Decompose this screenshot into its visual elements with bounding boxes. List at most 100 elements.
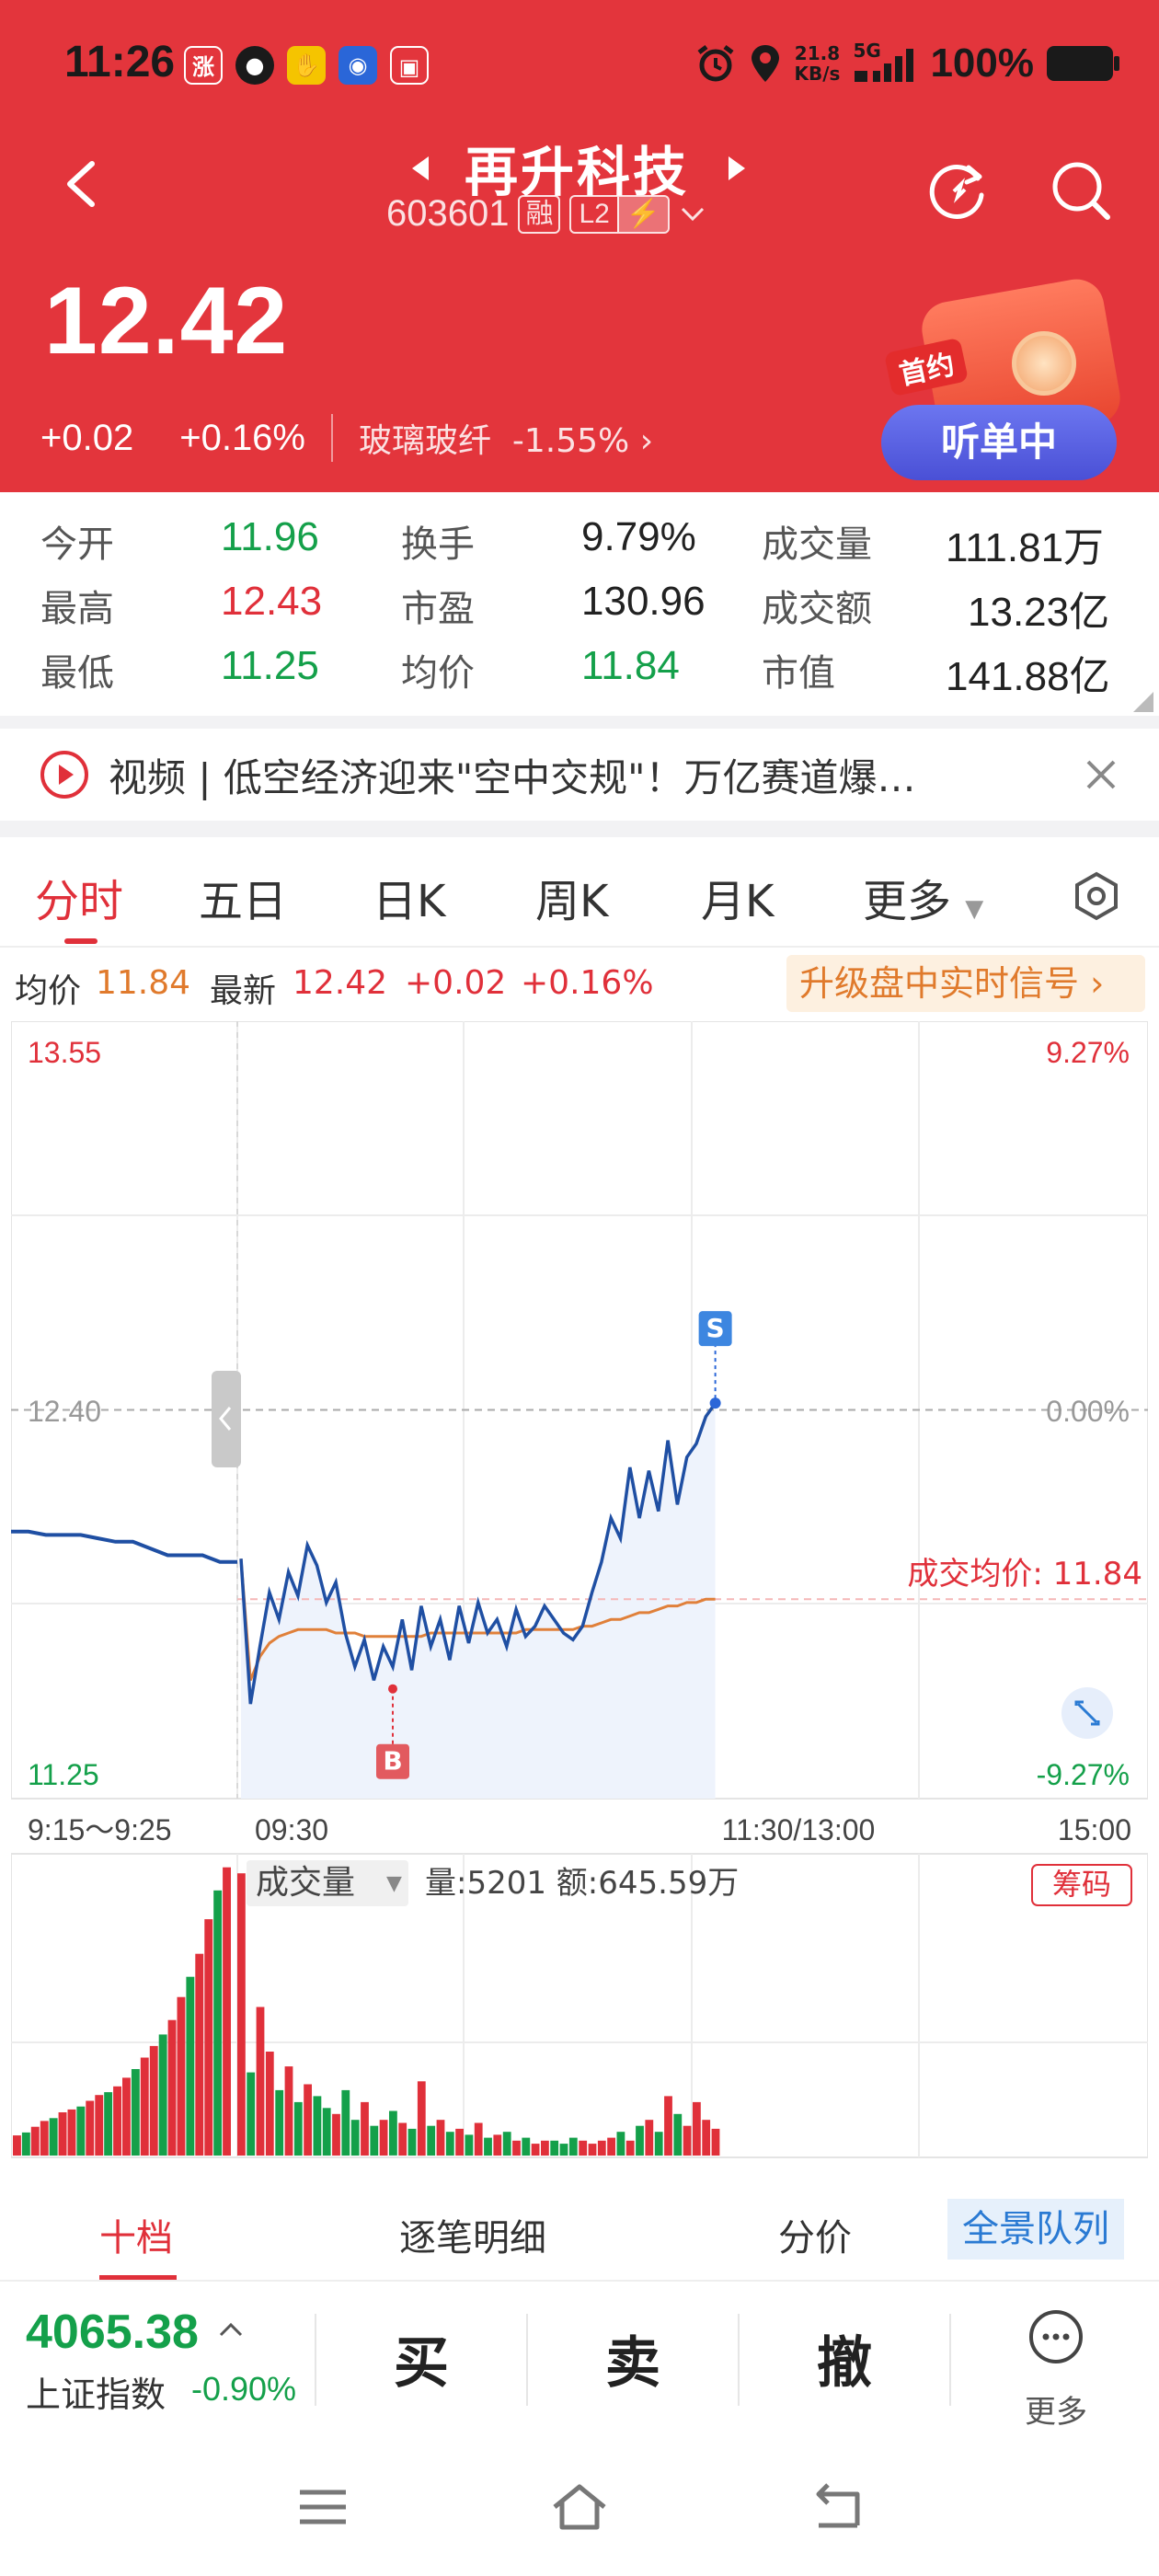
volume-bar [417, 2081, 426, 2156]
index-change: -0.90% [191, 2370, 297, 2408]
x-label-auction: 9:15～9:25 [28, 1813, 172, 1846]
volume-bar [588, 2144, 597, 2156]
tab-intraday[interactable]: 分时 [35, 865, 123, 929]
stat-value: 12.43 [221, 579, 323, 624]
back-icon[interactable] [55, 156, 110, 212]
volume-bar [293, 2101, 303, 2156]
volume-bar [341, 2089, 350, 2156]
industry-change: -1.55% [511, 422, 630, 460]
volume-title: 成交量 [256, 1864, 355, 1902]
volume-bar [673, 2113, 683, 2156]
upgrade-signal-link[interactable]: 升级盘中实时信号 › [786, 955, 1145, 1012]
stat-label: 最高 [40, 588, 114, 630]
stock-stats: 今开 11.96 换手 9.79% 成交量 111.81万 最高 12.43 市盈 130… [0, 492, 1159, 718]
industry-name: 玻璃玻纤 [359, 422, 492, 460]
back-nav-icon[interactable] [806, 2479, 870, 2535]
stat-value: 130.96 [581, 579, 706, 624]
auction-volume-bar [67, 2109, 76, 2156]
stat-value: 11.84 [581, 643, 680, 688]
separator [949, 2314, 951, 2406]
auction-volume-bar [158, 2034, 167, 2156]
listen-button[interactable]: 听单中 [881, 405, 1117, 480]
home-icon[interactable] [547, 2479, 612, 2535]
auction-volume-bar [30, 2126, 40, 2156]
volume-bar [389, 2110, 397, 2156]
play-icon [40, 751, 88, 799]
cancel-order-button[interactable]: 撤 [817, 2318, 872, 2398]
volume-bar [568, 2137, 578, 2156]
system-nav-bar [0, 2438, 1159, 2576]
avg-label: 均价 [15, 972, 82, 1010]
tab-weekly-k[interactable]: 周K [535, 865, 608, 929]
collapse-handle[interactable] [212, 1371, 241, 1467]
menu-icon[interactable] [291, 2479, 355, 2535]
news-banner[interactable]: 视频 | 低空经济迎来"空中交规"！万亿赛道爆… [0, 729, 1159, 821]
upgrade-text: 升级盘中实时信号 [799, 963, 1080, 1004]
volume-bar [531, 2144, 540, 2156]
prev-stock-icon[interactable] [412, 156, 429, 180]
next-stock-icon[interactable] [729, 156, 745, 180]
location-icon [751, 45, 779, 82]
tab-more[interactable]: 更多 ▼ [863, 865, 983, 929]
news-text[interactable]: 视频 | 低空经济迎来"空中交规"！万亿赛道爆… [109, 747, 1038, 803]
battery-text: 100% [930, 40, 1034, 86]
volume-bar [541, 2140, 549, 2156]
level2-tag[interactable]: L2 ⚡ [569, 194, 671, 234]
more-button[interactable]: 更多 [1014, 2307, 1098, 2436]
more-label: 更多 [1025, 2394, 1087, 2431]
tab-panorama-queue[interactable]: 全景队列 [947, 2199, 1124, 2260]
volume-bar [237, 1873, 246, 2156]
stock-code: 603601 [386, 193, 510, 234]
price-change-pct: +0.16% [179, 417, 305, 458]
auction-volume-bar [167, 2019, 177, 2156]
x-label-open: 09:30 [255, 1813, 328, 1846]
buy-button[interactable]: 买 [394, 2318, 449, 2398]
auction-volume-bar [86, 2100, 95, 2156]
index-name[interactable]: 上证指数 [26, 2366, 166, 2417]
avg-value: 11.84 [96, 964, 191, 1002]
y-max-label: 13.55 [28, 1036, 101, 1069]
sell-button[interactable]: 卖 [605, 2318, 660, 2398]
volume-bar [427, 2125, 436, 2156]
tab-daily-k[interactable]: 日K [373, 865, 445, 929]
volume-bar [322, 2108, 331, 2156]
chevron-down-icon[interactable] [679, 205, 706, 224]
status-bar: 11:26 涨 ● ✋ ◉ ▣ 21.8 KB/s 5G 100% [0, 0, 1159, 129]
stat-label: 成交量 [762, 523, 872, 566]
volume-bar [436, 2120, 445, 2156]
volume-bar [332, 2113, 340, 2156]
latest-value: 12.42 [293, 964, 388, 1002]
auction-volume-bar [149, 2045, 158, 2156]
industry-link[interactable]: 玻璃玻纤 -1.55% › [331, 414, 653, 462]
x-label-close: 15:00 [1058, 1813, 1131, 1846]
tab-tick-detail[interactable]: 逐笔明细 [399, 2208, 546, 2261]
volume-bar [484, 2137, 492, 2156]
refresh-icon[interactable] [924, 156, 993, 224]
tab-ten-levels[interactable]: 十档 [99, 2208, 173, 2261]
volume-bar [350, 2120, 360, 2156]
bolt-icon: ⚡ [616, 196, 669, 232]
volume-bar [445, 2132, 454, 2156]
tab-five-day[interactable]: 五日 [199, 865, 287, 929]
volume-bar [597, 2140, 606, 2156]
intraday-chart[interactable]: BS 13.55 12.40 11.25 9.27% 0.00% -9.27% … [11, 1021, 1148, 2167]
stat-value: 13.23亿 [968, 590, 1110, 635]
chevron-up-icon[interactable] [217, 2317, 245, 2344]
volume-bar [625, 2140, 635, 2156]
volume-bar [455, 2128, 464, 2156]
expand-corner-icon[interactable] [1133, 692, 1153, 712]
volume-bar [607, 2137, 615, 2156]
status-time: 11:26 [64, 38, 176, 86]
index-value[interactable]: 4065.38 [26, 2305, 199, 2360]
signal-icon: 5G [853, 40, 917, 84]
x-label-midday: 11:30/13:00 [722, 1813, 876, 1846]
search-icon[interactable] [1047, 156, 1115, 224]
auction-volume-bar [76, 2106, 86, 2156]
tab-price-distribution[interactable]: 分价 [778, 2208, 852, 2261]
volume-bar [275, 2089, 284, 2156]
tab-monthly-k[interactable]: 月K [701, 865, 774, 929]
stat-value: 111.81万 [946, 525, 1105, 570]
pct-mid-label: 0.00% [1046, 1395, 1130, 1428]
close-icon[interactable] [1081, 754, 1121, 795]
settings-icon[interactable] [1071, 870, 1122, 922]
